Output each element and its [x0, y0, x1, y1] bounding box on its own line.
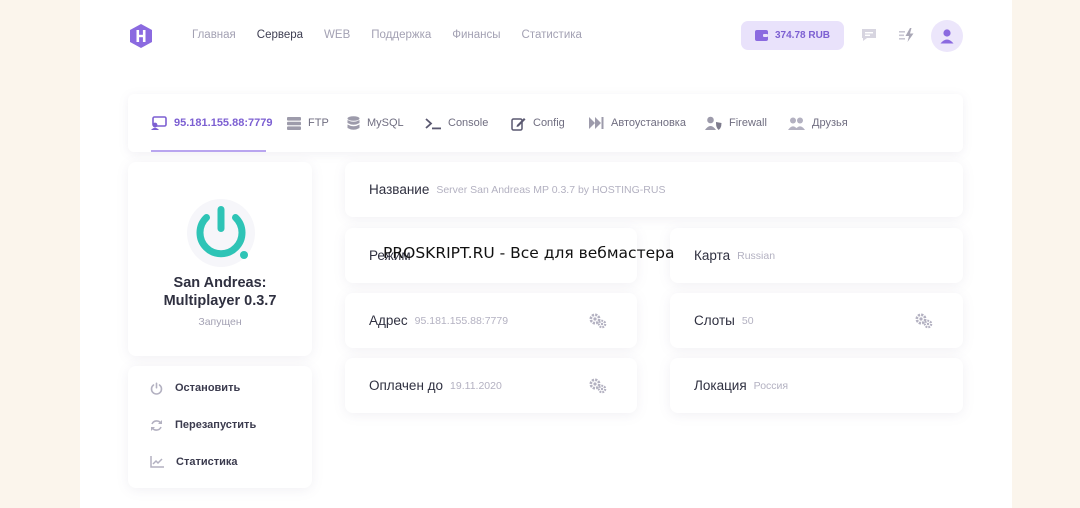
- statistics-button-label: Статистика: [176, 456, 238, 468]
- info-location-card: Локация Россия: [670, 358, 963, 413]
- user-icon: [940, 29, 954, 44]
- tab-console[interactable]: Console: [425, 94, 488, 152]
- user-shield-icon: [705, 116, 722, 130]
- tab-firewall[interactable]: Firewall: [705, 94, 767, 152]
- server-tabs: 95.181.155.88:7779 FTP MySQL Console Con…: [128, 94, 963, 152]
- tab-mysql-label: MySQL: [367, 117, 404, 129]
- info-slots-label: Слоты: [694, 313, 735, 328]
- tab-config-label: Config: [533, 117, 565, 129]
- server-game-title: San Andreas: Multiplayer 0.3.7: [128, 274, 312, 310]
- info-map-value: Russian: [737, 249, 776, 262]
- tab-address-label: 95.181.155.88:7779: [174, 117, 273, 129]
- restart-button-label: Перезапустить: [175, 419, 257, 431]
- users-icon: [788, 117, 805, 130]
- ftp-icon: [287, 116, 301, 130]
- server-card: San Andreas: Multiplayer 0.3.7 Запущен: [128, 162, 312, 356]
- server-power-indicator: [186, 198, 256, 268]
- logo-icon[interactable]: [130, 24, 152, 48]
- info-paid-value: 19.11.2020: [450, 379, 502, 392]
- server-status: Запущен: [198, 316, 242, 328]
- balance-amount: 374.78 RUB: [774, 30, 831, 41]
- nav-web[interactable]: WEB: [324, 29, 350, 41]
- tab-autoinstall-label: Автоустановка: [611, 117, 686, 129]
- nav-finance[interactable]: Финансы: [452, 29, 500, 41]
- wallet-icon: [754, 30, 768, 41]
- balance-button[interactable]: 374.78 RUB: [741, 21, 844, 50]
- info-slots-value: 50: [741, 314, 754, 327]
- server-game-line2: Multiplayer 0.3.7: [163, 293, 277, 309]
- active-tab-indicator: [151, 150, 266, 152]
- info-address-card: Адрес 95.181.155.88:7779: [345, 293, 637, 348]
- power-icon: [150, 382, 163, 395]
- settings-gears-icon[interactable]: [589, 378, 607, 394]
- info-map-label: Карта: [694, 248, 731, 263]
- info-address-label: Адрес: [369, 313, 408, 328]
- fast-forward-icon: [589, 117, 604, 129]
- tab-address[interactable]: 95.181.155.88:7779: [151, 94, 272, 152]
- tab-config[interactable]: Config: [511, 94, 565, 152]
- nav-servers[interactable]: Сервера: [257, 29, 303, 41]
- info-slots-card: Слоты 50: [670, 293, 963, 348]
- edit-icon: [511, 117, 526, 131]
- tab-autoinstall[interactable]: Автоустановка: [589, 94, 686, 152]
- info-location-value: Россия: [753, 379, 789, 392]
- terminal-icon: [425, 117, 441, 129]
- info-address-value: 95.181.155.88:7779: [414, 314, 509, 327]
- chat-icon[interactable]: [860, 26, 878, 44]
- nav-support[interactable]: Поддержка: [371, 29, 431, 41]
- tab-mysql[interactable]: MySQL: [347, 94, 404, 152]
- server-actions: Остановить Перезапустить Статистика: [128, 366, 312, 488]
- stop-button[interactable]: Остановить: [150, 378, 240, 398]
- tab-console-label: Console: [448, 117, 489, 129]
- power-icon: [187, 199, 255, 267]
- main-nav: Главная Сервера WEB Поддержка Финансы Ст…: [192, 29, 582, 41]
- lightning-icon[interactable]: [898, 26, 916, 44]
- info-map-card: Карта Russian: [670, 228, 963, 283]
- info-paid-card: Оплачен до 19.11.2020: [345, 358, 637, 413]
- info-location-label: Локация: [694, 378, 747, 393]
- tab-friends[interactable]: Друзья: [788, 94, 848, 152]
- settings-gears-icon[interactable]: [589, 313, 607, 329]
- info-paid-label: Оплачен до: [369, 378, 444, 393]
- restart-button[interactable]: Перезапустить: [150, 415, 256, 435]
- info-name-label: Название: [369, 182, 430, 197]
- settings-gears-icon[interactable]: [915, 313, 933, 329]
- statistics-button[interactable]: Статистика: [150, 452, 238, 472]
- stop-button-label: Остановить: [175, 382, 241, 394]
- info-name-value: Server San Andreas MP 0.3.7 by HOSTING-R…: [436, 183, 666, 196]
- tab-ftp[interactable]: FTP: [287, 94, 329, 152]
- watermark-text: PROSKRIPT.RU - Все для вебмастера: [383, 244, 675, 262]
- tab-firewall-label: Firewall: [729, 117, 767, 129]
- server-game-line1: San Andreas:: [173, 275, 267, 291]
- nav-statistics[interactable]: Статистика: [522, 29, 582, 41]
- tab-ftp-label: FTP: [308, 117, 329, 129]
- tab-friends-label: Друзья: [812, 117, 848, 129]
- database-icon: [347, 115, 360, 130]
- user-avatar[interactable]: [931, 20, 963, 52]
- refresh-icon: [151, 419, 162, 431]
- info-name-card: Название Server San Andreas MP 0.3.7 by …: [345, 162, 963, 217]
- server-user-icon: [151, 116, 167, 130]
- nav-home[interactable]: Главная: [192, 29, 236, 41]
- chart-icon: [150, 456, 164, 468]
